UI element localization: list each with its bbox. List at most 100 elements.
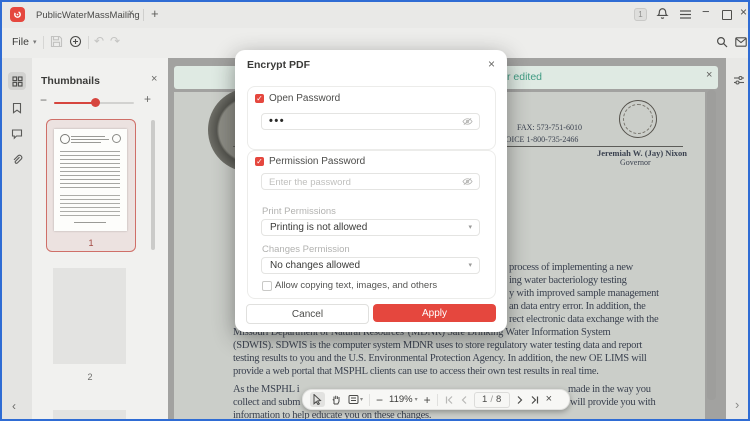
- thumbnails-panel: Thumbnails × − + 1 2: [32, 58, 169, 421]
- previous-page-icon[interactable]: [460, 395, 468, 405]
- open-password-input[interactable]: •••: [261, 113, 480, 130]
- search-icon[interactable]: [716, 36, 728, 48]
- tab-close-icon[interactable]: ×: [128, 9, 134, 19]
- thumbnail-1-preview: [54, 129, 127, 231]
- toolbar-divider: [88, 36, 89, 49]
- app-logo-icon: [10, 7, 25, 22]
- permission-password-label: Permission Password: [269, 156, 365, 167]
- thumbnails-panel-icon[interactable]: [8, 72, 26, 90]
- cancel-button[interactable]: Cancel: [246, 304, 369, 324]
- changes-permission-select[interactable]: No changes allowed ▾: [261, 257, 480, 274]
- print-permissions-label: Print Permissions: [262, 206, 336, 217]
- thumbnail-3-preview: [53, 410, 126, 421]
- changes-permission-label: Changes Permission: [262, 244, 350, 255]
- hand-tool-icon[interactable]: [331, 394, 342, 405]
- panel-close-icon[interactable]: ×: [151, 74, 157, 85]
- toolbar-divider: [43, 36, 44, 49]
- collapse-sidebar-icon[interactable]: ‹: [12, 400, 16, 412]
- signer-name: Jeremiah W. (Jay) Nixon: [597, 148, 687, 158]
- allow-copy-label[interactable]: Allow copying text, images, and others: [275, 280, 437, 291]
- body-line: (SDWIS). SDWIS is the computer system MD…: [233, 340, 642, 351]
- show-password-icon[interactable]: [462, 177, 473, 186]
- banner-close-icon[interactable]: ×: [706, 70, 712, 81]
- body-line-fragment: collect and subm: [233, 397, 300, 408]
- permission-password-card: ✓ Permission Password Enter the password…: [247, 150, 496, 299]
- chevron-down-icon: ▾: [468, 262, 472, 269]
- permission-password-checkbox[interactable]: ✓: [255, 157, 264, 166]
- print-permissions-value: Printing is not allowed: [270, 222, 367, 233]
- next-page-icon[interactable]: [516, 395, 524, 405]
- select-tool-icon[interactable]: [310, 392, 325, 407]
- right-rail: ›: [726, 58, 750, 421]
- zoom-in-button[interactable]: +: [424, 394, 431, 406]
- thumbnail-page-1[interactable]: 1: [46, 119, 136, 252]
- body-line-fragment: information to help educate you on these…: [233, 410, 431, 421]
- save-icon[interactable]: [50, 35, 63, 48]
- titlebar: PublicWaterMassMailing × + 1 − ×: [2, 2, 748, 28]
- file-menu-caret-icon: ▾: [33, 39, 37, 46]
- dialog-close-icon[interactable]: ×: [488, 58, 495, 70]
- close-window-button[interactable]: ×: [740, 6, 747, 18]
- redo-icon[interactable]: ↷: [110, 35, 120, 47]
- thumbnail-zoom-in[interactable]: +: [144, 93, 151, 105]
- open-password-label: Open Password: [269, 93, 340, 104]
- toolbar-close-icon[interactable]: ×: [546, 394, 552, 405]
- toolbar-divider: [437, 394, 438, 406]
- page-number-box[interactable]: 1 / 8: [474, 392, 510, 408]
- apply-button[interactable]: Apply: [373, 304, 496, 322]
- document-scrollbar[interactable]: [707, 90, 716, 400]
- main-menu-icon[interactable]: [679, 9, 692, 20]
- panel-scrollbar[interactable]: [151, 120, 155, 250]
- body-line-fragment: rect electronic data exchange with the: [509, 314, 658, 325]
- letter-fax-line: FAX: 573-751-6010: [517, 123, 582, 132]
- bookmarks-panel-icon[interactable]: [11, 102, 23, 114]
- first-page-icon[interactable]: [444, 395, 454, 405]
- body-line: provide a web portal that MSPHL clients …: [233, 366, 599, 377]
- open-password-value: •••: [269, 115, 285, 127]
- print-permissions-select[interactable]: Printing is not allowed ▾: [261, 219, 480, 236]
- open-password-card: ✓ Open Password •••: [247, 86, 496, 150]
- maximize-button[interactable]: [722, 10, 732, 20]
- file-menu[interactable]: File: [12, 36, 29, 48]
- print-icon[interactable]: [69, 35, 82, 48]
- page-view-mode-icon[interactable]: ▾: [348, 394, 363, 405]
- panel-title: Thumbnails: [41, 75, 100, 87]
- thumbnail-2-number: 2: [46, 372, 134, 382]
- undo-icon[interactable]: ↶: [94, 35, 104, 47]
- total-pages: 8: [496, 394, 501, 405]
- zoom-out-button[interactable]: −: [376, 394, 383, 406]
- body-line-fragment: will provide you with: [570, 397, 655, 408]
- open-password-checkbox[interactable]: ✓: [255, 94, 264, 103]
- comments-panel-icon[interactable]: [11, 128, 23, 140]
- app-window: PublicWaterMassMailing × + 1 − × File ▾ …: [0, 0, 750, 421]
- thumbnail-zoom-out[interactable]: −: [40, 94, 47, 106]
- letterhead-seal-right: [619, 100, 657, 138]
- attachments-panel-icon[interactable]: [11, 154, 23, 166]
- mail-icon[interactable]: [735, 37, 747, 47]
- changes-permission-value: No changes allowed: [270, 260, 360, 271]
- body-line: testing results to you and the U.S. Envi…: [233, 353, 647, 364]
- zoom-level-select[interactable]: 119% ▾: [389, 394, 418, 405]
- page-separator: /: [490, 394, 493, 405]
- body-line-fragment: y with improved sample management: [509, 288, 659, 299]
- slider-knob[interactable]: [91, 98, 100, 107]
- body-line-fragment: made in the way you: [568, 384, 651, 395]
- notifications-bell-icon[interactable]: [656, 7, 669, 20]
- expand-right-panel-icon[interactable]: ›: [735, 398, 739, 411]
- view-settings-icon[interactable]: [733, 74, 745, 86]
- last-page-icon[interactable]: [530, 395, 540, 405]
- tab-divider: [143, 9, 144, 21]
- toolbar-divider: [369, 394, 370, 406]
- banner-text-fragment: r edited: [507, 71, 542, 83]
- minimize-button[interactable]: −: [702, 5, 710, 18]
- thumbnail-page-2[interactable]: 2: [46, 261, 134, 388]
- thumbnail-page-3[interactable]: [46, 398, 134, 421]
- allow-copy-checkbox[interactable]: [262, 281, 272, 291]
- show-password-icon[interactable]: [462, 117, 473, 126]
- new-tab-button[interactable]: +: [151, 7, 159, 20]
- signer-title: Governor: [620, 158, 651, 167]
- body-line-fragment: an data entry error. In addition, the: [509, 301, 646, 312]
- account-badge[interactable]: 1: [634, 8, 647, 21]
- tab-title[interactable]: PublicWaterMassMailing: [36, 10, 140, 21]
- permission-password-input[interactable]: Enter the password: [261, 173, 480, 190]
